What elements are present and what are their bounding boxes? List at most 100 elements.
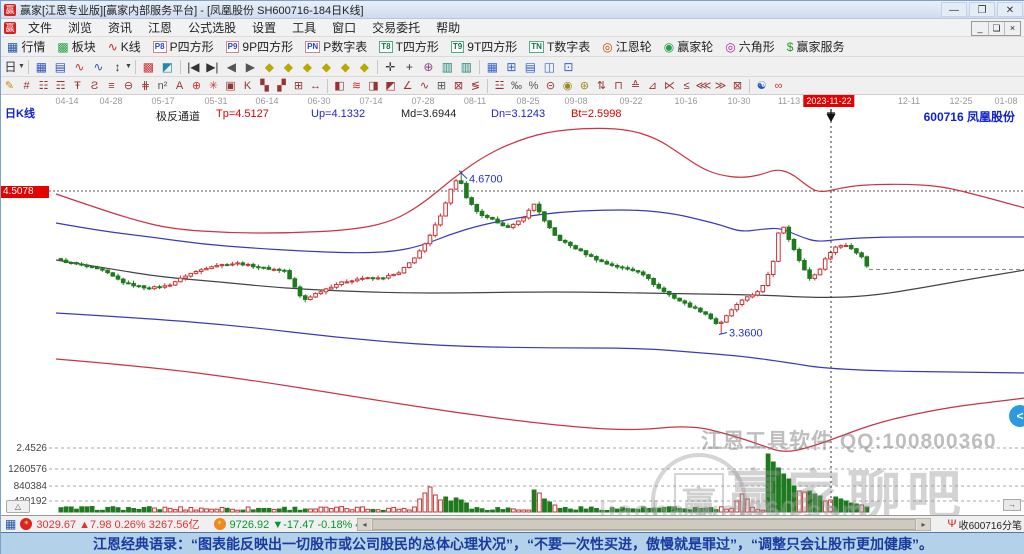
mini-arrow-button[interactable]: →: [1003, 499, 1021, 511]
tool-icon-9[interactable]: ◩: [158, 58, 177, 76]
side-panel-handle[interactable]: <: [1009, 405, 1024, 427]
menu-浏览[interactable]: 浏览: [60, 19, 100, 37]
toolbar-button-江恩轮[interactable]: ◎江恩轮: [596, 37, 658, 57]
mdi-close-button[interactable]: ×: [1004, 22, 1020, 35]
tool-icon-44[interactable]: ⊠: [729, 77, 746, 95]
menu-公式选股[interactable]: 公式选股: [180, 19, 244, 37]
menu-工具[interactable]: 工具: [284, 19, 324, 37]
tool-icon-11[interactable]: ⊕: [188, 77, 205, 95]
tool-icon-2[interactable]: ▦: [32, 58, 51, 76]
horizontal-scrollbar[interactable]: ◂ ▸: [357, 518, 931, 531]
tool-icon-13[interactable]: ◀: [222, 58, 241, 76]
tool-icon-17[interactable]: ◆: [298, 58, 317, 76]
menu-文件[interactable]: 文件: [20, 19, 60, 37]
collapse-button[interactable]: △: [6, 500, 30, 513]
tool-icon-16[interactable]: ▞: [273, 77, 290, 95]
tool-icon-31[interactable]: ‰: [508, 77, 525, 95]
tool-icon-7[interactable]: ⊖: [120, 77, 137, 95]
tool-icon-37[interactable]: ⊓: [610, 77, 627, 95]
tool-icon-8[interactable]: ⋕: [137, 77, 154, 95]
toolbar-button-行情[interactable]: ▦行情: [1, 37, 51, 57]
tool-icon-1[interactable]: #: [18, 77, 35, 95]
indicator-name[interactable]: 极反通道: [156, 108, 200, 124]
tool-icon-6[interactable]: ≡: [103, 77, 120, 95]
close-button[interactable]: ✕: [997, 2, 1023, 17]
maximize-button[interactable]: ❐: [969, 2, 995, 17]
tool-icon-9[interactable]: n²: [154, 77, 171, 95]
tool-icon-4[interactable]: ∿: [70, 58, 89, 76]
toolbar-button-K线[interactable]: ∿K线: [102, 37, 147, 57]
tool-icon-25[interactable]: ∿: [416, 77, 433, 95]
toolbar-button-9P四方形[interactable]: P99P四方形: [220, 37, 299, 57]
toolbar-button-T数字表[interactable]: TNT数字表: [523, 37, 596, 57]
tool-icon-24[interactable]: ∠: [399, 77, 416, 95]
tool-icon-41[interactable]: ≤: [678, 77, 695, 95]
tool-icon-43[interactable]: ≫: [712, 77, 729, 95]
tool-icon-3[interactable]: ☶: [52, 77, 69, 95]
toolbar-button-T四方形[interactable]: T8T四方形: [373, 37, 445, 57]
tool-icon-2[interactable]: ☷: [35, 77, 52, 95]
tool-icon-24[interactable]: ⊕: [419, 58, 438, 76]
toolbar-button-P四方形[interactable]: P8P四方形: [147, 37, 220, 57]
toolbar-button-赢家服务[interactable]: $赢家服务: [781, 37, 851, 57]
tool-icon-12[interactable]: ✳: [205, 77, 222, 95]
tool-icon-35[interactable]: ⊛: [576, 77, 593, 95]
tool-icon-16[interactable]: ◆: [279, 58, 298, 76]
scroll-left-arrow[interactable]: ◂: [358, 519, 371, 530]
tool-icon-22[interactable]: ✛: [381, 58, 400, 76]
tool-icon-19[interactable]: ◆: [336, 58, 355, 76]
tool-icon-23[interactable]: +: [400, 58, 419, 76]
tool-icon-40[interactable]: ⋉: [661, 77, 678, 95]
quote-grid-icon[interactable]: ▦: [5, 517, 16, 531]
tool-icon-28[interactable]: ≶: [467, 77, 484, 95]
menu-资讯[interactable]: 资讯: [100, 19, 140, 37]
tool-icon-5[interactable]: ∿: [89, 58, 108, 76]
tool-icon-47[interactable]: ∞: [770, 77, 787, 95]
mdi-restore-button[interactable]: ❏: [988, 22, 1004, 35]
menu-帮助[interactable]: 帮助: [428, 19, 468, 37]
menu-设置[interactable]: 设置: [244, 19, 284, 37]
tool-icon-46[interactable]: ☯: [753, 77, 770, 95]
tool-icon-42[interactable]: ⋘: [695, 77, 712, 95]
tool-icon-15[interactable]: ◆: [260, 58, 279, 76]
tool-icon-10[interactable]: A: [171, 77, 188, 95]
tool-icon-3[interactable]: ▤: [51, 58, 70, 76]
dropdown-arrow-icon[interactable]: ▼: [18, 63, 25, 70]
tool-icon-5[interactable]: Ƨ: [86, 77, 103, 95]
tool-icon-30[interactable]: ☳: [491, 77, 508, 95]
tool-icon-23[interactable]: ◩: [382, 77, 399, 95]
tool-icon-30[interactable]: ▤: [521, 58, 540, 76]
tool-icon-14[interactable]: K: [239, 77, 256, 95]
sse-index-quote[interactable]: 3029.67 ▲7.98 0.26% 3267.56亿: [36, 516, 199, 532]
scroll-right-arrow[interactable]: ▸: [917, 519, 930, 530]
menu-窗口[interactable]: 窗口: [324, 19, 364, 37]
toolbar-button-9T四方形[interactable]: T99T四方形: [445, 37, 523, 57]
tool-icon-32[interactable]: %: [525, 77, 542, 95]
tool-icon-27[interactable]: ⊠: [450, 77, 467, 95]
toolbar-button-六角形[interactable]: ◎六角形: [719, 37, 781, 57]
toolbar-button-板块[interactable]: ▩板块: [51, 37, 101, 57]
tool-icon-20[interactable]: ◆: [355, 58, 374, 76]
tool-icon-26[interactable]: ▥: [457, 58, 476, 76]
tool-icon-22[interactable]: ◨: [365, 77, 382, 95]
tool-icon-21[interactable]: ≋: [348, 77, 365, 95]
tool-icon-33[interactable]: ⊝: [542, 77, 559, 95]
tool-icon-32[interactable]: ⊡: [559, 58, 578, 76]
tool-icon-11[interactable]: |◀: [184, 58, 203, 76]
tool-icon-15[interactable]: ▚: [256, 77, 273, 95]
toolbar-button-P数字表[interactable]: PNP数字表: [299, 37, 373, 57]
tool-icon-20[interactable]: ◧: [331, 77, 348, 95]
tool-icon-38[interactable]: ≙: [627, 77, 644, 95]
tool-icon-39[interactable]: ⊿: [644, 77, 661, 95]
tool-icon-14[interactable]: ▶: [241, 58, 260, 76]
minimize-button[interactable]: —: [941, 2, 967, 17]
tick-feed-status[interactable]: Ψ 收600716分笔: [947, 517, 1022, 532]
tool-icon-18[interactable]: ◆: [317, 58, 336, 76]
tool-icon-18[interactable]: ↔: [307, 77, 324, 95]
menu-江恩[interactable]: 江恩: [140, 19, 180, 37]
toolbar-button-赢家轮[interactable]: ◉赢家轮: [658, 37, 720, 57]
scrollbar-thumb[interactable]: [372, 519, 916, 530]
tool-icon-4[interactable]: Ŧ: [69, 77, 86, 95]
tool-icon-28[interactable]: ▦: [483, 58, 502, 76]
tool-icon-36[interactable]: ⇅: [593, 77, 610, 95]
